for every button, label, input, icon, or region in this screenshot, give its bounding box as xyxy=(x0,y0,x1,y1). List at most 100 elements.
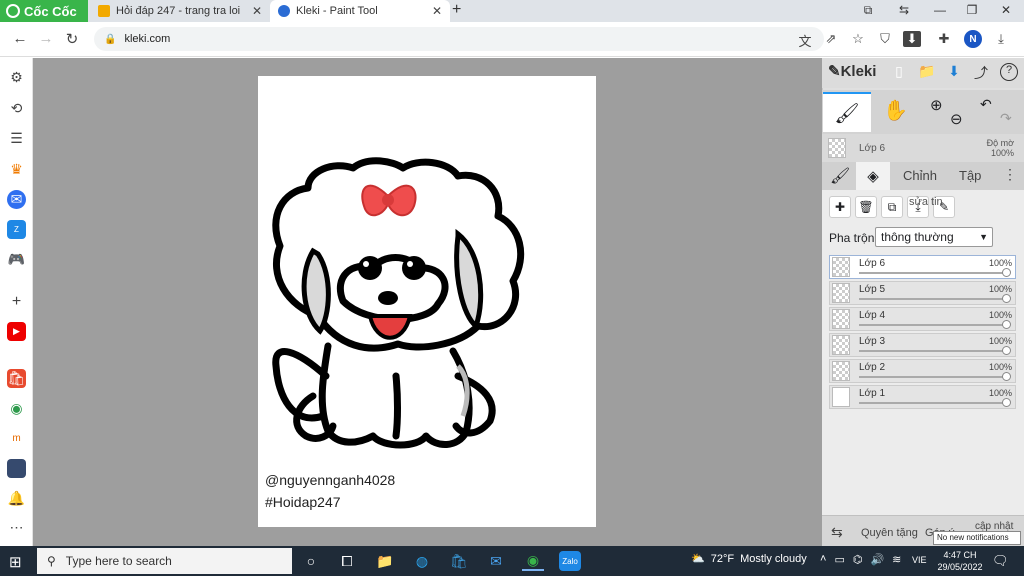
address-bar[interactable]: 🔒 kleki.com xyxy=(94,27,824,51)
maps-icon[interactable]: ◉ xyxy=(7,399,26,418)
brush-tool-button[interactable]: 🖌 xyxy=(823,92,871,132)
action-center-icon[interactable]: 🗨 xyxy=(992,553,1009,569)
slider-handle[interactable] xyxy=(1002,268,1011,277)
blend-mode-select[interactable]: thông thường ▼ xyxy=(875,227,993,247)
settings-gear-icon[interactable]: ⚙ xyxy=(7,68,26,87)
close-window-button[interactable]: ✕ xyxy=(996,3,1016,17)
history-icon[interactable]: ⟲ xyxy=(7,99,26,118)
zoom-in-icon[interactable]: ⊕ xyxy=(930,96,943,114)
youtube-icon[interactable]: ▶ xyxy=(7,322,26,341)
layer-opacity-slider[interactable] xyxy=(859,398,1011,407)
undo-icon[interactable]: ↶ xyxy=(980,96,992,113)
translate-icon[interactable]: 文 xyxy=(796,31,814,49)
screenshot-icon[interactable]: ⧉ xyxy=(858,3,878,18)
hand-tool-icon[interactable]: ✋ xyxy=(883,98,908,123)
zoom-out-icon[interactable]: ⊖ xyxy=(950,110,963,128)
back-button[interactable]: ← xyxy=(10,30,30,47)
delete-layer-icon[interactable]: 🗑 xyxy=(855,196,877,218)
swap-panel-icon[interactable]: ⇆ xyxy=(831,524,843,541)
taskbar-clock[interactable]: 4:47 CH 29/05/2022 xyxy=(936,549,984,573)
reload-button[interactable]: ↻ xyxy=(62,30,82,48)
edge-icon[interactable]: ◍ xyxy=(411,551,433,571)
close-tab-icon[interactable]: ✕ xyxy=(252,4,262,18)
game-icon[interactable]: 🎮 xyxy=(7,250,26,269)
weather-widget[interactable]: ⛅ 72°F Mostly cloudy xyxy=(691,552,807,566)
file-tab[interactable]: Tập xyxy=(959,168,981,183)
messenger-icon[interactable]: ✉ xyxy=(7,190,26,209)
slider-handle[interactable] xyxy=(1002,320,1011,329)
chevron-up-icon[interactable]: ˄ xyxy=(820,553,826,566)
store-icon[interactable]: 🛍 xyxy=(448,551,470,571)
file-explorer-icon[interactable]: 📁 xyxy=(374,551,396,571)
reading-list-icon[interactable]: ☰ xyxy=(7,129,26,148)
tab-search-icon[interactable]: ⇆ xyxy=(894,3,914,17)
bookmark-star-icon[interactable]: ☆ xyxy=(849,31,867,47)
battery-icon[interactable]: ▭ xyxy=(834,553,844,566)
game-avatar-icon[interactable] xyxy=(7,459,26,478)
layers-icon: ◈ xyxy=(867,168,879,185)
taskbar-search[interactable]: ⚲ Type here to search xyxy=(37,548,292,574)
drawing-canvas[interactable] xyxy=(258,76,596,527)
slider-handle[interactable] xyxy=(1002,294,1011,303)
tiki-icon[interactable]: m xyxy=(7,429,26,448)
brush-tab-icon[interactable]: 🖌 xyxy=(830,166,850,186)
system-tray[interactable]: ˄ ▭ ⌬ 🔊 ≋ xyxy=(820,553,901,566)
slider-handle[interactable] xyxy=(1002,398,1011,407)
edit-tab[interactable]: Chỉnh xyxy=(903,168,937,183)
minimize-button[interactable]: — xyxy=(930,3,950,17)
layers-tab[interactable]: ◈ xyxy=(856,162,890,190)
share-icon[interactable]: ⇗ xyxy=(822,31,840,47)
slider-handle[interactable] xyxy=(1002,372,1011,381)
new-file-icon[interactable]: ▯ xyxy=(890,63,908,81)
add-sidebar-icon[interactable]: + xyxy=(7,292,26,311)
mail-icon[interactable]: ✉ xyxy=(485,551,507,571)
input-language[interactable]: VIE xyxy=(912,555,927,565)
add-layer-icon[interactable]: ✚ xyxy=(829,196,851,218)
wifi-icon[interactable]: ≋ xyxy=(892,553,901,566)
save-download-icon[interactable]: ⬇ xyxy=(945,63,963,81)
forward-button[interactable]: → xyxy=(36,30,56,47)
more-icon[interactable]: ⋯ xyxy=(7,518,26,537)
duplicate-layer-icon[interactable]: ⧉ xyxy=(881,196,903,218)
downloader-icon[interactable]: ⬇ xyxy=(903,31,921,47)
windows-start-icon[interactable]: ⊞ xyxy=(9,553,22,571)
layer-opacity-slider[interactable] xyxy=(859,294,1011,303)
layer-row[interactable]: Lớp 5 100% xyxy=(829,281,1016,305)
redo-icon[interactable]: ↷ xyxy=(1000,110,1012,127)
layer-row[interactable]: Lớp 2 100% xyxy=(829,359,1016,383)
bell-icon[interactable]: 🔔 xyxy=(7,489,26,508)
layer-row[interactable]: Lớp 3 100% xyxy=(829,333,1016,357)
donate-link[interactable]: Quyên tặng xyxy=(861,527,918,539)
volume-icon[interactable]: 🔊 xyxy=(870,553,884,566)
profile-avatar[interactable]: N xyxy=(964,30,982,48)
coccoc-taskbar-icon[interactable]: ◉ xyxy=(522,551,544,571)
slider-handle[interactable] xyxy=(1002,346,1011,355)
layer-opacity-slider[interactable] xyxy=(859,346,1011,355)
cortana-icon[interactable]: ○ xyxy=(300,551,322,571)
more-menu-icon[interactable]: ⋮ xyxy=(1003,166,1017,183)
shield-icon[interactable]: ⛉ xyxy=(876,31,894,47)
open-folder-icon[interactable]: 📁 xyxy=(918,63,936,81)
layer-opacity-slider[interactable] xyxy=(859,320,1011,329)
layer-row[interactable]: Lớp 6 100% xyxy=(829,255,1016,279)
extensions-icon[interactable]: ✚ xyxy=(935,31,953,47)
shopping-icon[interactable]: 🛍 xyxy=(7,369,26,388)
network-icon[interactable]: ⌬ xyxy=(853,553,863,566)
download-icon[interactable]: ⤓ xyxy=(992,31,1010,47)
help-icon[interactable]: ? xyxy=(1000,63,1018,81)
restore-button[interactable]: ❐ xyxy=(962,3,982,17)
tab-kleki[interactable]: Kleki - Paint Tool ✕ xyxy=(270,0,450,22)
layer-opacity-slider[interactable] xyxy=(859,372,1011,381)
crown-icon[interactable]: ♛ xyxy=(7,160,26,179)
tab-hoidap[interactable]: Hỏi đáp 247 - trang tra loi ✕ xyxy=(90,0,270,22)
layer-row[interactable]: Lớp 4 100% xyxy=(829,307,1016,331)
browser-brand[interactable]: Cốc Cốc xyxy=(0,0,88,22)
new-tab-button[interactable]: + xyxy=(452,1,461,19)
zalo-taskbar-icon[interactable]: Zalo xyxy=(559,551,581,571)
layer-opacity-slider[interactable] xyxy=(859,268,1011,277)
zalo-icon[interactable]: Z xyxy=(7,220,26,239)
share-icon[interactable]: ⤴ xyxy=(972,63,990,81)
layer-row[interactable]: Lớp 1 100% xyxy=(829,385,1016,409)
close-tab-icon[interactable]: ✕ xyxy=(432,4,442,18)
task-view-icon[interactable]: ⧠ xyxy=(336,551,358,571)
